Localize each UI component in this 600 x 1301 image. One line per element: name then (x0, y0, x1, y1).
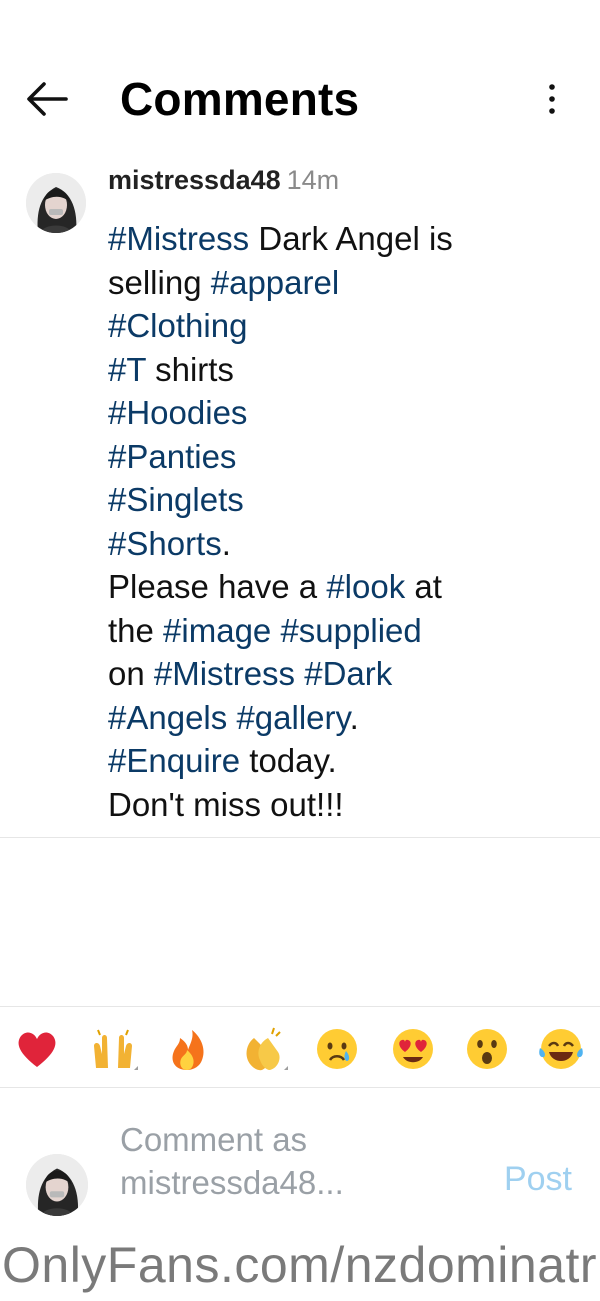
hashtag-link[interactable]: #Singlets (108, 481, 244, 518)
hashtag-link[interactable]: #Panties (108, 438, 236, 475)
hashtag-link[interactable]: #Shorts (108, 525, 222, 562)
profile-photo-icon (26, 173, 86, 233)
hashtag-link[interactable]: #Enquire (108, 742, 240, 779)
divider (0, 1087, 600, 1088)
comment-text-fragment: shirts (145, 350, 234, 388)
heart-emoji-button[interactable] (12, 1024, 62, 1074)
comment-text-fragment: . (349, 698, 359, 736)
comment-username[interactable]: mistressda48 (108, 165, 281, 195)
profile-photo-icon (26, 1154, 88, 1216)
comment-text-fragment: Don't miss out!!! (108, 785, 344, 823)
comment-text-fragment: Dark Angel is (249, 220, 453, 257)
hashtag-link[interactable]: #Mistress (108, 220, 249, 257)
hashtag-link[interactable]: #look (326, 568, 405, 605)
hashtag-link[interactable]: #T (108, 351, 146, 388)
back-button[interactable] (22, 74, 72, 124)
clapping-hands-emoji-icon (246, 1027, 288, 1071)
comment-line: #Shorts. (108, 522, 578, 566)
avatar (26, 1154, 88, 1216)
back-arrow-icon (27, 82, 68, 116)
fire-emoji-icon (172, 1030, 204, 1070)
crying-face-emoji-button[interactable] (312, 1024, 362, 1074)
tears-of-joy-emoji-icon (539, 1029, 583, 1069)
comment-line: Don't miss out!!! (108, 783, 578, 827)
comment-line: #Angels #gallery. (108, 696, 578, 740)
raising-hands-emoji-icon (94, 1029, 138, 1070)
divider (0, 1006, 600, 1007)
hashtag-link[interactable]: #Clothing (108, 307, 247, 344)
comment-input[interactable]: Comment as mistressda48... (120, 1118, 460, 1210)
comment-timestamp: 14m (286, 165, 340, 195)
surprised-face-emoji-button[interactable] (462, 1024, 512, 1074)
comment-text-fragment (295, 655, 304, 692)
comment-meta: mistressda48 14m (108, 165, 339, 196)
more-options-button[interactable] (542, 80, 562, 120)
tears-of-joy-emoji-button[interactable] (536, 1024, 586, 1074)
hashtag-link[interactable]: #Hoodies (108, 394, 247, 431)
hashtag-link[interactable]: #gallery (236, 699, 349, 736)
avatar[interactable] (26, 173, 86, 233)
comment-line: #Singlets (108, 478, 578, 522)
hashtag-link[interactable]: #Angels (108, 699, 227, 736)
comment-line: #Mistress Dark Angel is (108, 217, 578, 261)
hashtag-link[interactable]: #Dark (304, 655, 392, 692)
quick-reactions-bar (0, 1018, 600, 1080)
comment-line: #Panties (108, 435, 578, 479)
vertical-dots-icon (549, 84, 555, 114)
heart-eyes-emoji-icon (393, 1029, 433, 1069)
watermark: OnlyFans.com/nzdominatr (2, 1237, 598, 1293)
comment-text-fragment: the (108, 611, 164, 649)
comment-composer: Comment as mistressda48... Post (0, 1118, 600, 1228)
comment-line: #Clothing (108, 304, 578, 348)
page-title: Comments (120, 73, 360, 125)
comment-line: on #Mistress #Dark (108, 652, 578, 696)
comment-text-fragment: . (221, 524, 231, 562)
comment-input-placeholder: Comment as (120, 1121, 308, 1158)
comment-line: selling #apparel (108, 261, 578, 305)
heart-eyes-emoji-button[interactable] (388, 1024, 438, 1074)
hashtag-link[interactable]: #Mistress (154, 655, 295, 692)
post-button[interactable]: Post (504, 1160, 572, 1199)
header-bar: Comments (0, 60, 600, 140)
comment-text-fragment: on (108, 655, 154, 692)
comment-input-placeholder: mistressda48... (120, 1164, 344, 1201)
comment-line: #T shirts (108, 348, 578, 392)
comment-text-fragment: selling (108, 263, 211, 301)
comment-line: #Hoodies (108, 391, 578, 435)
hashtag-link[interactable]: #apparel (211, 264, 339, 301)
heart-emoji-icon (18, 1032, 56, 1067)
comment-text-fragment: Please have a (108, 568, 327, 605)
hashtag-link[interactable]: #image (163, 612, 271, 649)
comment-line: Please have a #look at (108, 565, 578, 609)
crying-face-emoji-icon (317, 1029, 357, 1069)
divider (0, 837, 600, 838)
comment-line: #Enquire today. (108, 739, 578, 783)
comment-text: #Mistress Dark Angel is selling #apparel #… (108, 217, 578, 826)
surprised-face-emoji-icon (467, 1029, 507, 1069)
comment-line: the #image #supplied (108, 609, 578, 653)
clapping-hands-emoji-button[interactable] (238, 1024, 288, 1074)
comment-text-fragment: today. (240, 742, 337, 779)
hashtag-link[interactable]: #supplied (280, 612, 421, 649)
fire-emoji-button[interactable] (162, 1024, 212, 1074)
comment-text-fragment: at (405, 568, 442, 605)
raising-hands-emoji-button[interactable] (88, 1024, 138, 1074)
